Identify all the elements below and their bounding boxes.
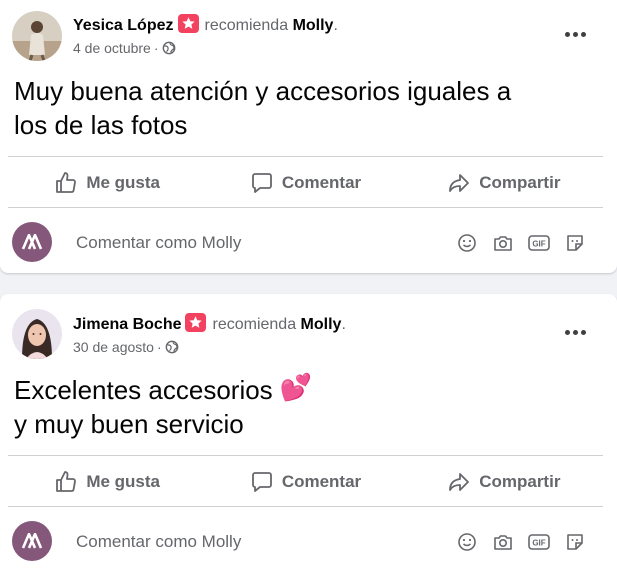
composer-icons: GIF [456, 232, 586, 254]
post-text: Excelentes accesorios 💕 y muy buen servi… [14, 371, 312, 441]
comment-composer: Comentar como Molly GIF [0, 513, 617, 569]
more-options-icon[interactable] [557, 20, 593, 48]
review-post: Jimena Boche recomienda Molly. 30 de agos… [0, 294, 617, 575]
svg-text:GIF: GIF [532, 539, 545, 548]
recommends-label: recomienda [212, 316, 297, 333]
gif-icon[interactable]: GIF [528, 531, 550, 553]
camera-icon[interactable] [492, 232, 514, 254]
post-text-line: Muy buena atención y accesorios iguales … [14, 76, 512, 106]
post-actions: Me gusta Comentar Compartir [8, 159, 603, 207]
comment-composer: Comentar como Molly GIF [0, 214, 617, 270]
post-headline: Yesica López recomienda Molly. [73, 14, 338, 35]
smiley-icon[interactable] [456, 531, 478, 553]
star-badge-icon [177, 14, 199, 33]
share-button[interactable]: Compartir [405, 458, 603, 506]
comment-button[interactable]: Comentar [206, 458, 404, 506]
post-text-line: y muy buen servicio [14, 409, 244, 439]
share-label: Compartir [479, 472, 561, 491]
sticker-icon[interactable] [564, 232, 586, 254]
star-badge-icon [185, 313, 207, 332]
review-post: Yesica López recomienda Molly. 4 de octub… [0, 0, 617, 273]
speech-bubble-icon [251, 472, 272, 492]
post-date[interactable]: 30 de agosto [73, 339, 154, 355]
post-actions: Me gusta Comentar Compartir [8, 458, 603, 506]
page-avatar[interactable] [12, 222, 52, 262]
like-button[interactable]: Me gusta [8, 159, 206, 207]
speech-bubble-icon [251, 173, 272, 193]
svg-text:GIF: GIF [532, 240, 545, 249]
post-text-line: Excelentes accesorios 💕 [14, 371, 312, 407]
composer-icons: GIF [456, 531, 586, 553]
more-options-icon[interactable] [557, 318, 593, 346]
post-text-line-1: Excelentes accesorios [14, 375, 273, 405]
comment-input[interactable]: Comentar como Molly GIF [66, 521, 596, 561]
post-meta: 4 de octubre · [73, 40, 176, 56]
comment-placeholder: Comentar como Molly [76, 532, 242, 551]
hearts-emoji: 💕 [279, 373, 313, 403]
author-name[interactable]: Jimena Boche [73, 316, 181, 333]
sticker-icon[interactable] [564, 531, 586, 553]
comment-button[interactable]: Comentar [206, 159, 404, 207]
globe-icon [165, 340, 179, 354]
post-text-line: los de las fotos [14, 110, 188, 140]
share-button[interactable]: Compartir [405, 159, 603, 207]
post-meta: 30 de agosto · [73, 339, 179, 355]
post-headline: Jimena Boche recomienda Molly. [73, 313, 346, 334]
post-text: Muy buena atención y accesorios iguales … [14, 74, 511, 142]
divider [8, 506, 603, 507]
divider [8, 156, 603, 157]
page-avatar[interactable] [12, 521, 52, 561]
comment-label: Comentar [281, 173, 362, 192]
smiley-icon[interactable] [456, 232, 478, 254]
share-label: Compartir [479, 173, 561, 192]
page-name[interactable]: Molly [293, 17, 334, 34]
share-arrow-icon [449, 174, 470, 192]
like-label: Me gusta [86, 472, 160, 491]
like-label: Me gusta [86, 173, 160, 192]
page-name[interactable]: Molly [301, 316, 342, 333]
comment-input[interactable]: Comentar como Molly GIF [66, 222, 596, 262]
author-avatar[interactable] [12, 309, 62, 359]
divider [8, 207, 603, 208]
thumbs-up-icon [56, 471, 77, 492]
recommends-label: recomienda [204, 17, 289, 34]
globe-icon [162, 41, 175, 55]
thumbs-up-icon [56, 172, 77, 193]
post-date[interactable]: 4 de octubre [73, 40, 151, 56]
comment-placeholder: Comentar como Molly [76, 233, 242, 252]
gif-icon[interactable]: GIF [528, 232, 550, 254]
share-arrow-icon [449, 473, 470, 491]
comment-label: Comentar [281, 472, 362, 491]
camera-icon[interactable] [492, 531, 514, 553]
author-avatar[interactable] [12, 11, 62, 61]
like-button[interactable]: Me gusta [8, 458, 206, 506]
divider [8, 455, 603, 456]
post-header: Yesica López recomienda Molly. 4 de octub… [0, 0, 617, 61]
author-name[interactable]: Yesica López [73, 17, 174, 34]
